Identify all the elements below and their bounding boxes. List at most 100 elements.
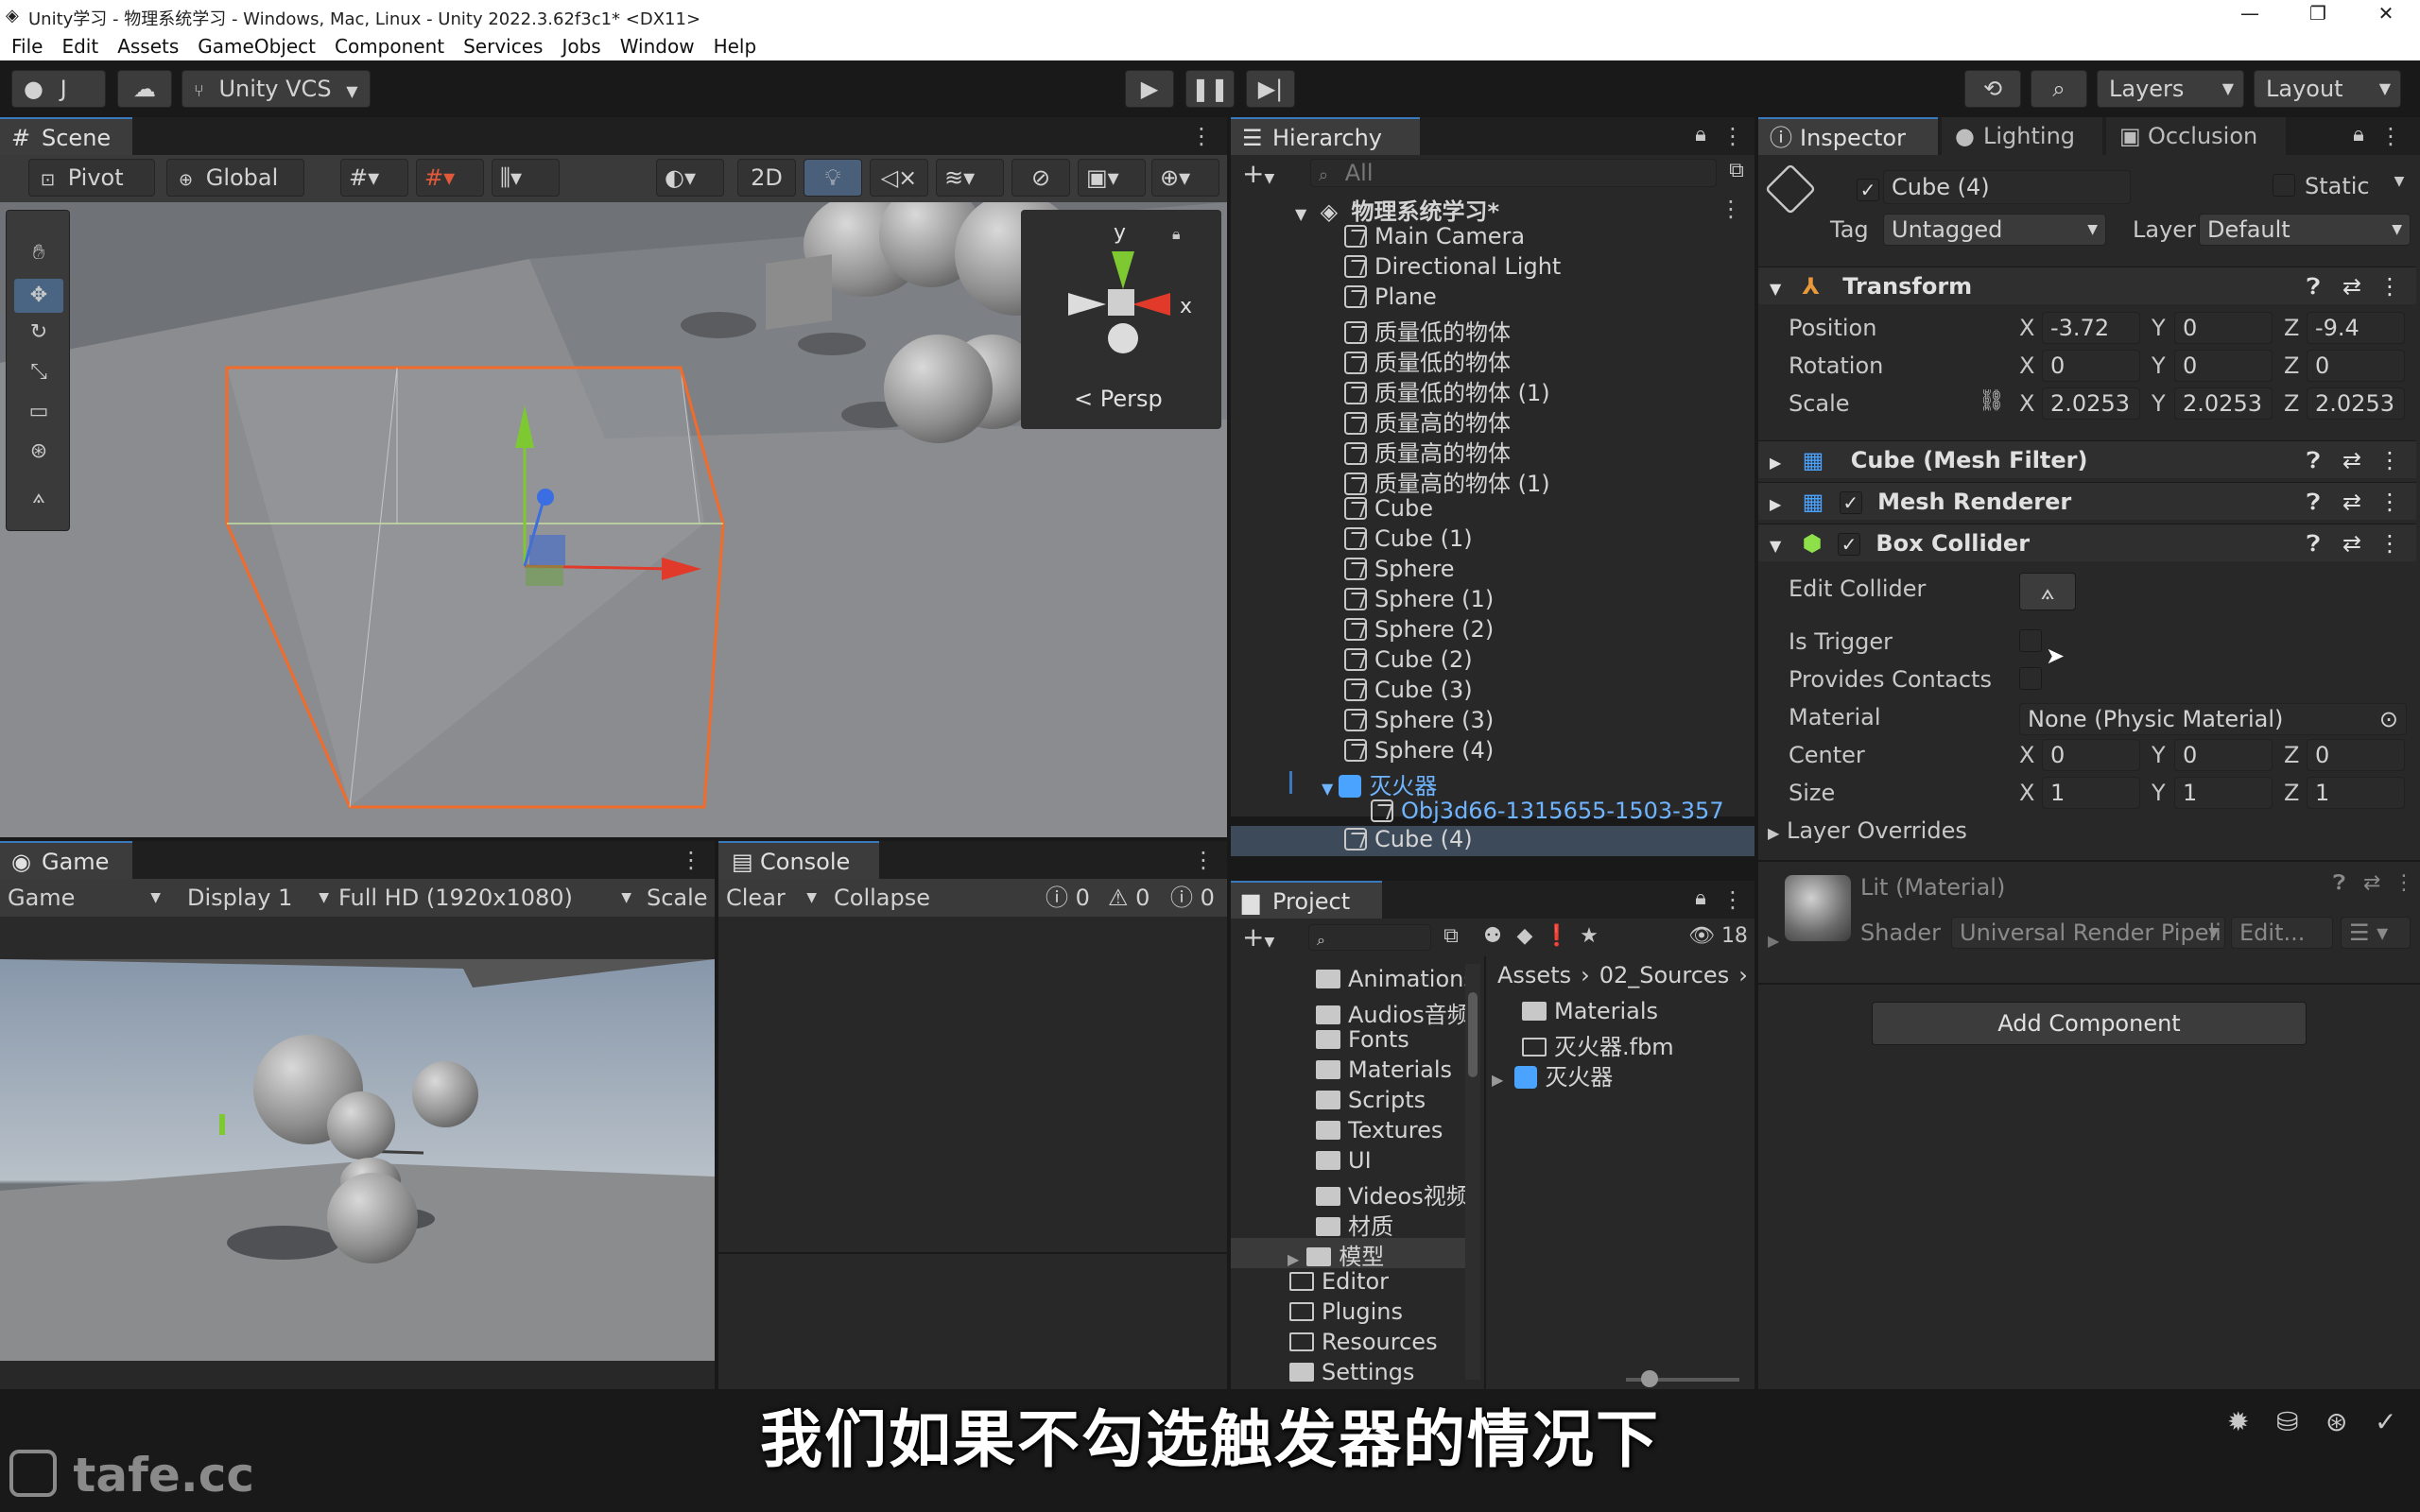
project-tree-folder[interactable]: Audios音频 [1316,996,1467,1026]
edit-shader-button[interactable]: Edit... [2231,917,2333,949]
gizmos-dropdown[interactable]: ⊕▾ [1151,159,1219,197]
projection-toggle[interactable]: < Persp [1074,386,1163,412]
hand-tool-icon[interactable]: ✋︎ [20,241,58,265]
hierarchy-item[interactable]: Cube (3) [1344,677,1473,707]
project-menu-button[interactable]: ⋮ [1719,885,1747,914]
tab-scene[interactable]: # Scene [0,117,132,155]
scene-root-menu-button[interactable]: ⋮ [1717,195,1745,223]
scale-slider-label[interactable]: Scale [647,879,713,917]
center-z-field[interactable]: 0 [2307,739,2405,771]
custom-tool-icon[interactable]: ⟑ [20,485,58,508]
log-icon[interactable]: ❗ [1543,924,1571,948]
search-by-type-icon[interactable]: ⧉ [1437,924,1465,948]
collapse-toggle[interactable]: Collapse [834,879,947,917]
hierarchy-item[interactable]: Cube (2) [1344,646,1473,677]
tab-game[interactable]: ◉ Game [0,841,132,879]
lock-icon[interactable]: 🔒︎ [1688,886,1713,910]
presets-icon[interactable]: ⇄ [2342,483,2361,521]
camera-dropdown[interactable]: ▣▾ [1078,159,1146,197]
maximize-button[interactable]: ❐ [2290,2,2346,30]
zoom-slider-thumb[interactable] [1641,1370,1658,1387]
help-icon[interactable]: ❓︎ [2307,524,2320,562]
box-collider-enabled-checkbox[interactable]: ✓ [1837,533,1860,556]
gizmo-neg-x-cone[interactable] [1068,293,1106,316]
mesh-filter-header[interactable]: ▶ ▦ Cube (Mesh Filter) ❓︎ ⇄ ⋮ [1758,440,2416,478]
presets-icon[interactable]: ⇄ [2342,524,2361,562]
scale-x-field[interactable]: 2.0253 [2042,387,2140,420]
scene-menu-button[interactable]: ⋮ [1187,122,1216,150]
rotation-x-field[interactable]: 0 [2042,350,2140,382]
size-x-field[interactable]: 1 [2042,777,2140,809]
layers-dropdown[interactable]: Layers ▼ [2097,70,2244,108]
lock-icon[interactable]: 🔒︎ [1172,225,1181,244]
effects-dropdown[interactable]: ≋▾ [936,159,1004,197]
hierarchy-item[interactable]: Main Camera [1344,223,1525,253]
close-button[interactable]: ✕ [2358,2,2414,30]
breadcrumb-assets[interactable]: Assets [1497,962,1571,988]
object-name-input[interactable]: Cube (4) [1883,170,2131,204]
log-filter-toggle[interactable]: ⓘ 0 [1046,879,1104,917]
project-tree-folder[interactable]: 材质 [1316,1208,1467,1238]
menu-help[interactable]: Help [714,32,757,60]
tree-scrollbar[interactable] [1465,964,1480,1380]
is-trigger-checkbox[interactable] [2019,629,2042,658]
project-root-folder[interactable]: Editor [1289,1268,1389,1298]
component-menu-icon[interactable]: ⋮ [2378,267,2401,305]
warning-filter-toggle[interactable]: ⚠ 0 [1108,879,1167,917]
tab-lighting[interactable]: ● Lighting [1942,117,2102,155]
tag-dropdown[interactable]: Untagged ▼ [1883,214,2106,246]
project-tree-folder[interactable]: Materials [1316,1057,1467,1087]
size-z-field[interactable]: 1 [2307,777,2405,809]
position-z-axis-label[interactable]: Z [2284,312,2299,344]
console-menu-button[interactable]: ⋮ [1189,846,1218,874]
hierarchy-prefab-item[interactable]: ▼ 灭火器 [1322,767,1437,799]
gizmo-y-cone[interactable] [1112,251,1134,289]
project-tree-folder[interactable]: Animations [1316,966,1467,996]
project-add-button[interactable]: +▼ [1242,920,1289,954]
project-search-input[interactable]: ⌕ [1308,924,1431,951]
component-menu-icon[interactable]: ⋮ [2378,441,2401,479]
display-dropdown[interactable]: Display 1 ▼ [187,879,329,917]
physic-material-field[interactable]: None (Physic Material) ⊙ [2019,703,2407,735]
help-icon[interactable]: ❓︎ [2307,441,2320,479]
project-tree-folder[interactable]: ▶ 模型 [1231,1238,1465,1268]
search-options-icon[interactable]: ⧉ [1722,159,1751,182]
hierarchy-item[interactable]: Sphere (2) [1344,616,1494,646]
center-y-field[interactable]: 0 [2174,739,2273,771]
hierarchy-item[interactable]: Plane [1344,284,1437,314]
menu-assets[interactable]: Assets [117,32,179,60]
zoom-slider[interactable] [1626,1370,1739,1387]
scale-x-axis-label[interactable]: X [2019,387,2034,420]
gizmo-neg-y[interactable] [1108,323,1138,353]
menu-edit[interactable]: Edit [61,32,98,60]
orientation-gizmo[interactable]: y x < Persp 🔒︎ [1021,210,1221,429]
gizmo-center-cube[interactable] [1108,289,1134,316]
center-x-axis-label[interactable]: X [2019,739,2034,771]
filter-by-type-icon[interactable]: ⚉ [1478,924,1507,948]
pause-button[interactable]: ❚❚ [1185,70,1235,108]
game-menu-button[interactable]: ⋮ [677,846,705,874]
scale-tool-icon[interactable]: ⤡ [20,360,58,384]
error-filter-toggle[interactable]: ⓘ 0 [1170,879,1229,917]
scene-root[interactable]: ▼ ◈ 物理系统学习* [1295,193,1499,225]
hierarchy-item[interactable]: Sphere (1) [1344,586,1494,616]
shader-dropdown[interactable]: Universal Render Pipeli ▼ [1951,917,2225,949]
hierarchy-item[interactable]: 质量低的物体 [1344,344,1511,376]
help-icon[interactable]: ❓︎ [2307,483,2320,521]
account-dropdown[interactable]: ● J ▼ [11,70,106,136]
console-splitter[interactable] [718,1252,1227,1254]
audio-toggle[interactable]: ◁× [870,159,928,197]
2d-toggle[interactable]: 2D [737,159,796,197]
presets-icon[interactable]: ⇄ [2342,441,2361,479]
hierarchy-item[interactable]: 质量高的物体 (1) [1344,465,1550,497]
tab-project[interactable]: ▆ Project [1231,881,1382,919]
vcs-dropdown[interactable]: ⑂ Unity VCS ▼ [182,70,371,108]
mesh-renderer-header[interactable]: ▶ ▦ ✓ Mesh Renderer ❓︎ ⇄ ⋮ [1758,482,2416,520]
help-icon[interactable]: ❓︎ [2307,267,2320,305]
box-collider-header[interactable]: ▼ ⬢ ✓ Box Collider ❓︎ ⇄ ⋮ [1758,524,2416,561]
presets-icon[interactable]: ⇄ [2342,267,2361,305]
mesh-renderer-enabled-checkbox[interactable]: ✓ [1839,491,1862,514]
hierarchy-item[interactable]: 质量高的物体 [1344,435,1511,467]
hierarchy-prefab-child[interactable]: Obj3d66-1315655-1503-357 [1371,798,1724,828]
step-button[interactable]: ▶| [1246,70,1295,108]
